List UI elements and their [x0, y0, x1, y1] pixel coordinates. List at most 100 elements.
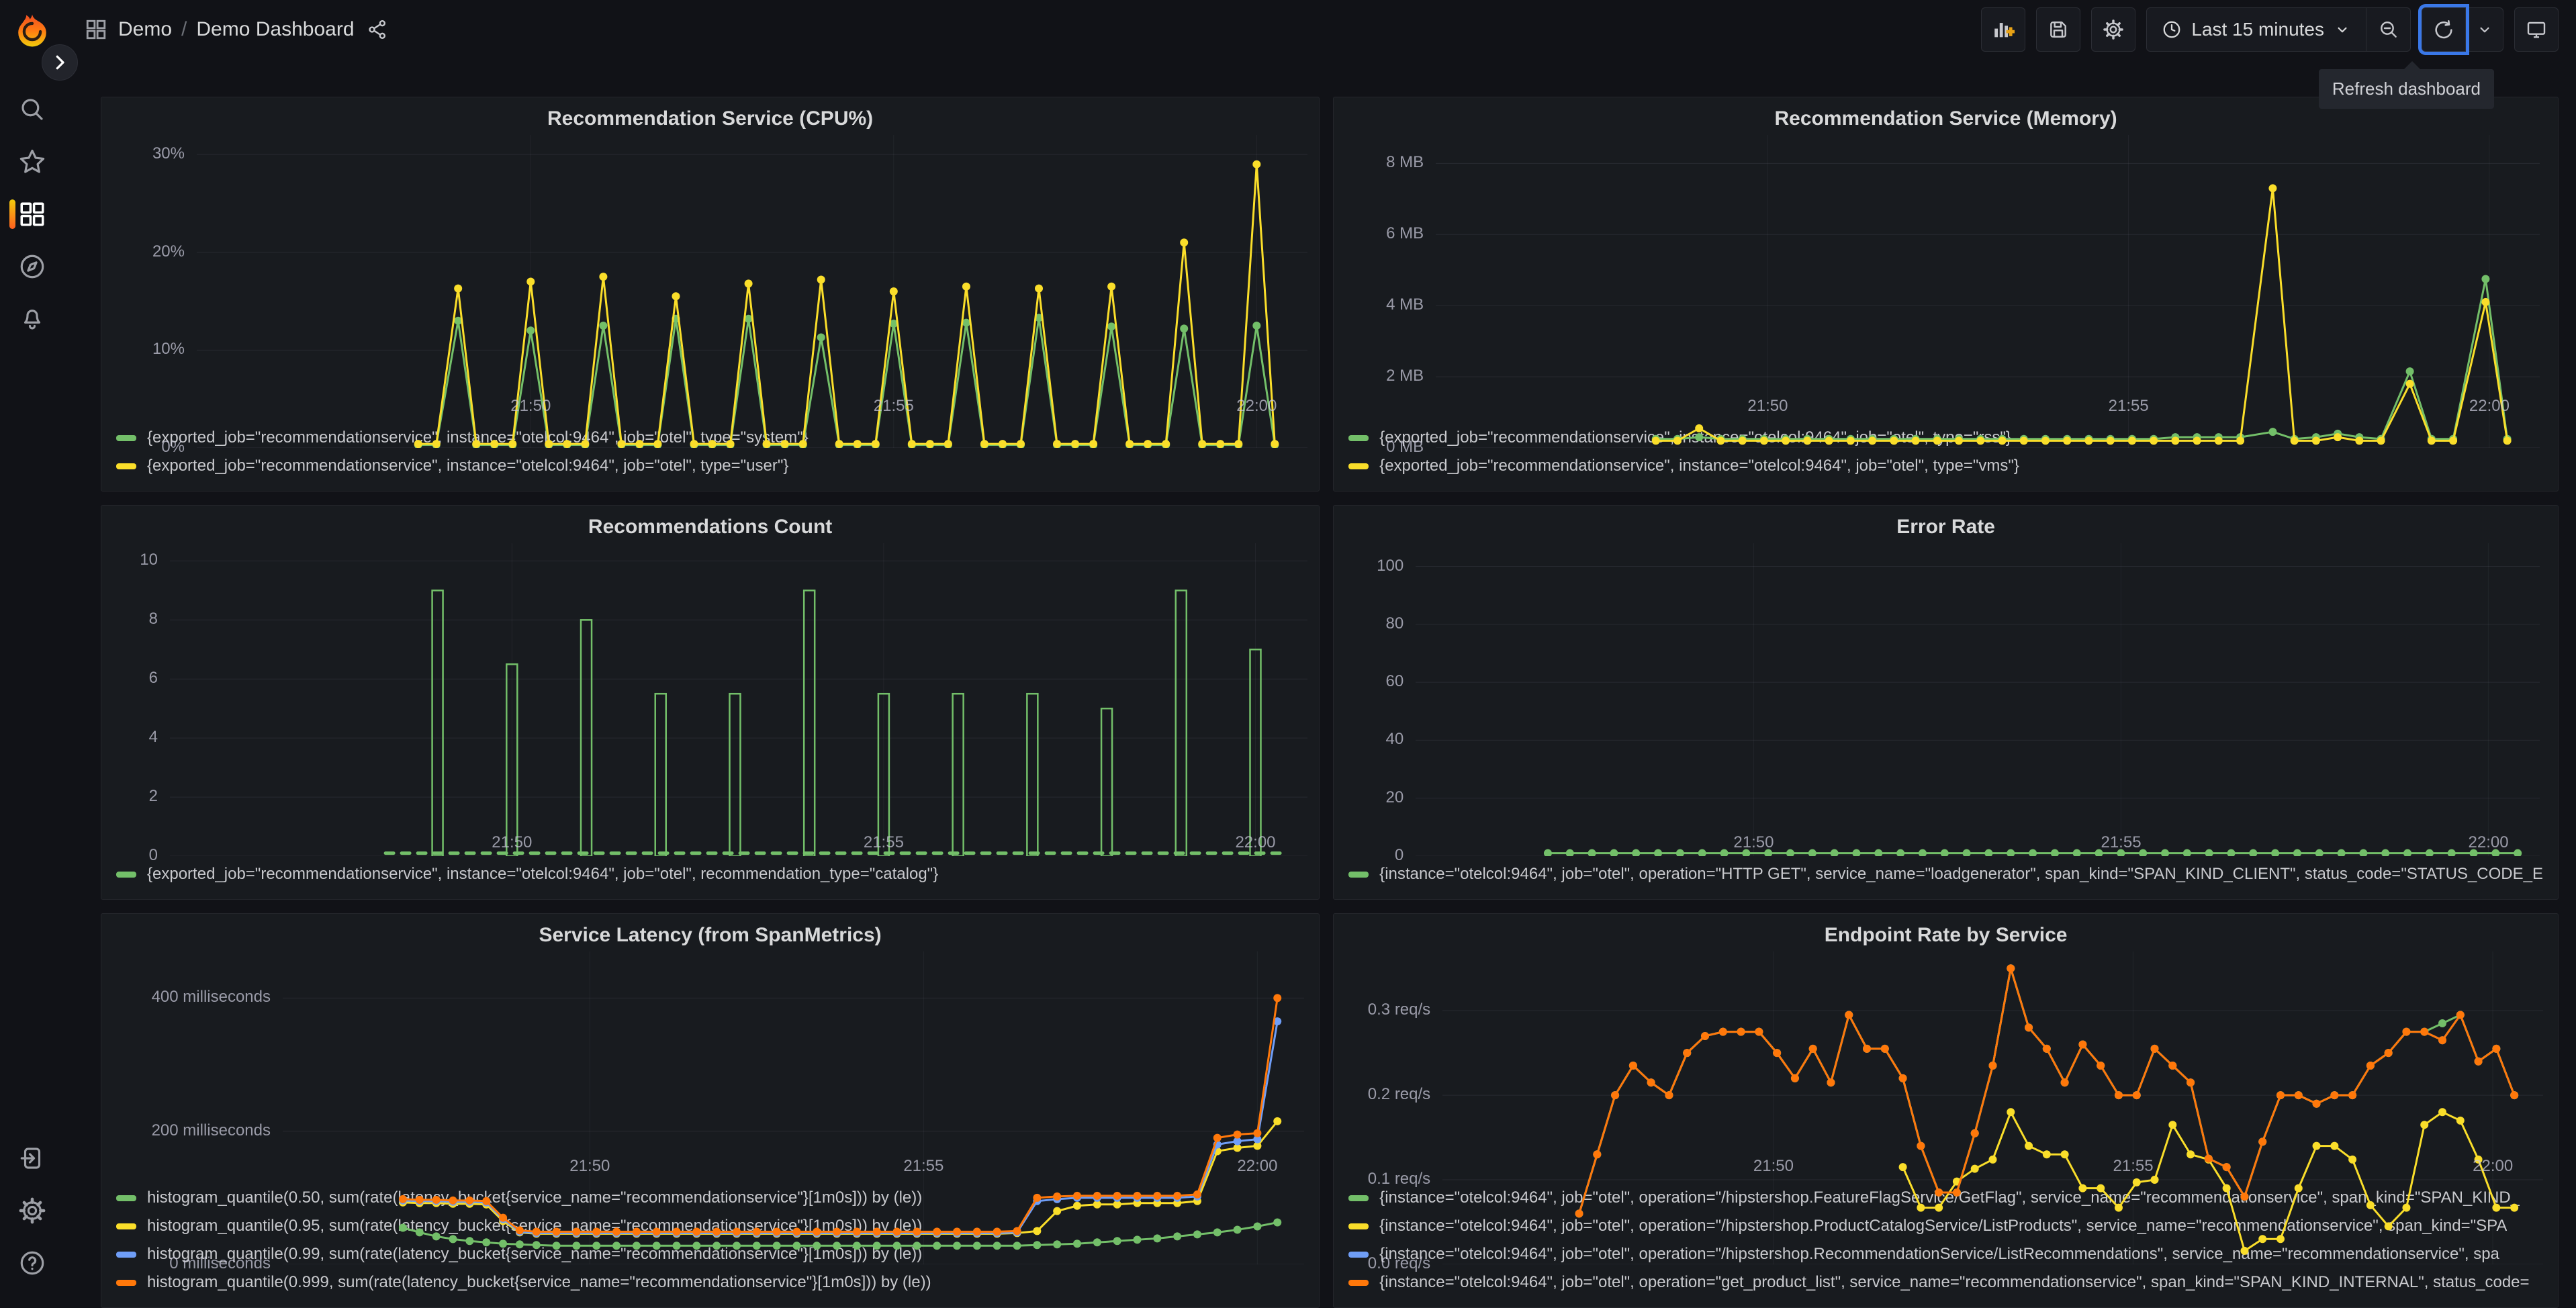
legend-swatch-icon	[1348, 1251, 1369, 1258]
breadcrumb-dashboard[interactable]: Demo Dashboard	[196, 18, 354, 41]
refresh-icon	[2435, 20, 2452, 39]
x-axis-tick-label: 21:55	[863, 833, 904, 851]
top-navbar: Demo / Demo Dashboard Last 15 minutes Re…	[64, 0, 2576, 109]
legend-item[interactable]: {instance="otelcol:9464", job="otel", op…	[1348, 1268, 2543, 1297]
y-axis-tick-label: 60	[1385, 672, 1404, 691]
sidebar-item-search[interactable]	[0, 83, 64, 136]
legend-item[interactable]: {instance="otelcol:9464", job="otel", op…	[1348, 860, 2543, 888]
save-dashboard-button[interactable]	[2036, 7, 2081, 52]
y-axis-tick-label: 6 MB	[1386, 224, 1424, 243]
y-axis: 0 milliseconds 200 milliseconds 400 millis…	[116, 951, 283, 1272]
panel-title[interactable]: Endpoint Rate by Service	[1348, 919, 2543, 951]
panel-recommendation-memory: Recommendation Service (Memory) 0 MB 2 MB…	[1333, 97, 2559, 492]
breadcrumb-folder[interactable]: Demo	[118, 18, 172, 41]
dashboards-grid-icon	[85, 18, 107, 41]
y-axis: 0 MB 2 MB 4 MB 6 MB 8 MB	[1348, 135, 1436, 456]
y-axis-tick-label: 0	[1394, 846, 1404, 864]
panel-title[interactable]: Recommendations Count	[116, 511, 1304, 543]
refresh-dashboard-button[interactable]	[2422, 7, 2466, 52]
refresh-group	[2422, 7, 2503, 52]
x-axis-tick-label: 21:50	[1747, 397, 1788, 415]
legend-item[interactable]: {exported_job="recommendationservice", i…	[116, 860, 1304, 888]
active-indicator	[9, 199, 15, 229]
sidebar-expand-button[interactable]	[42, 44, 78, 81]
y-axis-tick-label: 6	[148, 669, 158, 688]
chart-plot[interactable]	[283, 951, 1304, 1264]
refresh-tooltip: Refresh dashboard	[2318, 61, 2494, 109]
y-axis-tick-label: 0.0 req/s	[1367, 1254, 1431, 1272]
x-axis-tick-label: 21:50	[510, 397, 551, 415]
x-axis: 21:50 21:55 22:00	[1416, 828, 2543, 857]
panel-title[interactable]: Recommendation Service (CPU%)	[116, 103, 1304, 135]
y-axis-tick-label: 80	[1385, 614, 1404, 633]
legend-label: histogram_quantile(0.999, sum(rate(laten…	[147, 1273, 931, 1291]
x-axis-tick-label: 21:50	[492, 833, 533, 851]
legend: {instance="otelcol:9464", job="otel", op…	[1348, 857, 2543, 888]
add-panel-button[interactable]	[1981, 7, 2026, 52]
x-axis-tick-label: 21:55	[873, 397, 914, 415]
tooltip-arrow	[2404, 61, 2420, 69]
y-axis-tick-label: 200 milliseconds	[151, 1121, 271, 1139]
sidebar-item-sign-in[interactable]	[0, 1132, 64, 1184]
tv-mode-button[interactable]	[2514, 7, 2559, 52]
legend-swatch-icon	[116, 1251, 136, 1258]
legend-swatch-icon	[116, 434, 136, 441]
panel-error-rate: Error Rate 0 20 40 60 80 100 21:50 21:55 22:00 …	[1333, 505, 2559, 900]
legend-item[interactable]: {exported_job="recommendationservice", i…	[1348, 452, 2543, 480]
grafana-logo-icon[interactable]	[13, 12, 52, 51]
sidebar-item-dashboards[interactable]	[0, 188, 64, 240]
add-panel-icon	[1994, 23, 2015, 38]
panel-title[interactable]: Error Rate	[1348, 511, 2543, 543]
time-range-picker[interactable]: Last 15 minutes	[2146, 7, 2366, 52]
x-axis-tick-label: 21:55	[2108, 397, 2149, 415]
legend-swatch-icon	[116, 1223, 136, 1229]
sidebar-item-settings[interactable]	[0, 1184, 64, 1237]
grafana-app: Demo / Demo Dashboard Last 15 minutes Re…	[0, 0, 2576, 1308]
x-axis-tick-label: 22:00	[1236, 397, 1277, 415]
legend-swatch-icon	[116, 871, 136, 878]
legend-label: {instance="otelcol:9464", job="otel", op…	[1379, 865, 2543, 883]
share-button[interactable]	[367, 19, 388, 40]
legend-item[interactable]: {exported_job="recommendationservice", i…	[116, 452, 1304, 480]
chart-plot[interactable]	[170, 543, 1307, 856]
chart-plot[interactable]	[1442, 951, 2544, 1264]
legend-label: {exported_job="recommendationservice", i…	[1379, 457, 2019, 475]
y-axis-tick-label: 2	[148, 787, 158, 806]
zoom-out-time-button[interactable]	[2366, 7, 2411, 52]
x-axis-tick-label: 21:55	[2101, 833, 2142, 851]
clock-icon	[2163, 21, 2180, 38]
chevron-down-icon	[2480, 27, 2489, 33]
y-axis: 0 20 40 60 80 100	[1348, 543, 1416, 864]
zoom-out-icon	[2380, 21, 2397, 38]
y-axis-tick-label: 0.1 req/s	[1367, 1170, 1431, 1188]
legend-item[interactable]: histogram_quantile(0.999, sum(rate(laten…	[116, 1268, 1304, 1297]
chevron-down-icon	[2338, 27, 2347, 33]
sidebar-item-alerting[interactable]	[0, 293, 64, 345]
sidebar-item-explore[interactable]	[0, 240, 64, 293]
chart-plot[interactable]	[197, 135, 1307, 448]
y-axis-tick-label: 20	[1385, 788, 1404, 806]
share-icon	[368, 20, 385, 39]
sidebar-item-help[interactable]	[0, 1237, 64, 1289]
legend-swatch-icon	[116, 1279, 136, 1286]
chart-plot[interactable]	[1436, 135, 2543, 448]
y-axis-tick-label: 0.3 req/s	[1367, 1000, 1431, 1019]
panel-title[interactable]: Service Latency (from SpanMetrics)	[116, 919, 1304, 951]
search-icon	[21, 99, 43, 120]
save-icon	[2050, 21, 2067, 38]
chart-plot[interactable]	[1416, 543, 2543, 856]
refresh-interval-dropdown[interactable]	[2466, 7, 2503, 52]
legend-swatch-icon	[1348, 871, 1369, 878]
chevron-right-icon	[56, 55, 64, 70]
y-axis-tick-label: 8	[148, 610, 158, 628]
sidebar-item-starred[interactable]	[0, 136, 64, 188]
x-axis: 21:50 21:55 22:00	[197, 391, 1304, 421]
legend-swatch-icon	[116, 1195, 136, 1201]
legend-swatch-icon	[1348, 1195, 1369, 1201]
dashboard-settings-button[interactable]	[2091, 7, 2136, 52]
y-axis: 0% 10% 20% 30%	[116, 135, 197, 456]
y-axis-tick-label: 0	[148, 846, 158, 864]
y-axis: 0 2 4 6 8 10	[116, 543, 170, 864]
legend-swatch-icon	[116, 463, 136, 469]
legend-swatch-icon	[1348, 434, 1369, 441]
